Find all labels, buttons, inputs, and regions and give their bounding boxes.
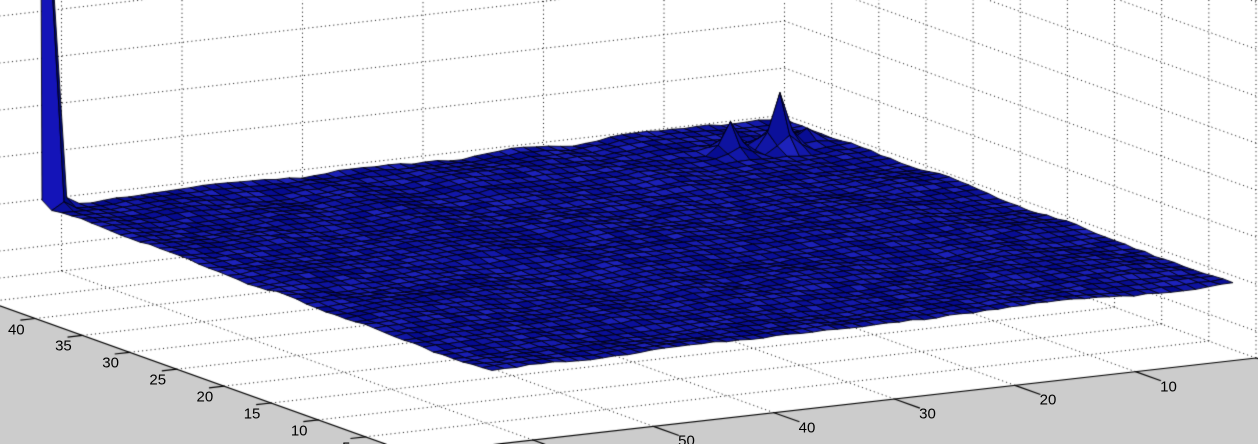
matlab-figure-window: 70605040302010051015202530354045 [0,0,1258,444]
surface-plot-canvas [0,0,1258,444]
